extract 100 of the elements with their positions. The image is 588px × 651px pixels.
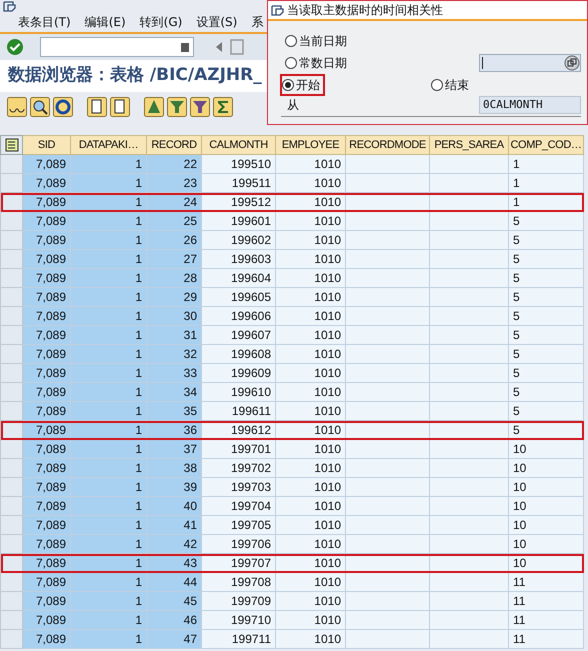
menu-item[interactable]: 系 — [251, 13, 264, 31]
filter-icon[interactable] — [167, 97, 187, 117]
table-cell: 199710 — [230, 613, 271, 627]
table-cell: 7,089 — [36, 214, 66, 228]
table-cell: 44 — [184, 575, 197, 589]
magnifier-icon[interactable] — [30, 97, 50, 117]
row-selector[interactable] — [0, 192, 22, 212]
table-cell: 199703 — [230, 480, 271, 494]
back-arrow-icon[interactable] — [214, 41, 224, 53]
table-cell: 1 — [135, 290, 142, 304]
table-cell: 11 — [513, 575, 526, 589]
table-cell: 42 — [184, 537, 197, 551]
layout-icon[interactable] — [4, 138, 18, 152]
table-cell: 1 — [135, 613, 142, 627]
table-cell: 199705 — [230, 518, 271, 532]
table-cell: 199711 — [232, 632, 271, 646]
table-cell: 1010 — [314, 385, 341, 399]
table-cell: 1 — [135, 594, 142, 608]
table-cell: 1 — [513, 195, 520, 209]
menu-item[interactable]: 表条目(T) — [18, 13, 71, 31]
table-cell: 1 — [135, 195, 142, 209]
column-header[interactable]: COMP_COD… — [508, 136, 584, 154]
radio-option[interactable]: 结束 — [431, 76, 472, 94]
table-cell: 1010 — [314, 176, 341, 190]
document-icon[interactable] — [87, 97, 107, 117]
table-cell: 7,089 — [36, 556, 66, 570]
table-cell: 1010 — [314, 328, 341, 342]
command-field[interactable] — [40, 37, 194, 57]
table-cell: 32 — [184, 347, 197, 361]
table-cell: 7,089 — [36, 442, 66, 456]
table-cell: 7,089 — [36, 290, 66, 304]
table-cell: 1 — [135, 537, 142, 551]
table-cell: 1 — [135, 366, 142, 380]
table-cell: 1010 — [314, 195, 341, 209]
table-cell: 1010 — [314, 556, 341, 570]
row-selector[interactable] — [0, 440, 22, 458]
table-cell: 7,089 — [36, 176, 66, 190]
date-field[interactable] — [479, 54, 581, 72]
column-header[interactable]: SID — [22, 136, 70, 154]
table-cell: 199704 — [230, 499, 271, 513]
table-cell: 1 — [135, 328, 142, 342]
from-field[interactable]: 0CALMONTH — [479, 96, 581, 114]
value-help-icon[interactable] — [564, 55, 580, 71]
table-cell: 1010 — [314, 594, 341, 608]
column-header[interactable]: DATAPAKI… — [70, 136, 146, 154]
table-cell: 5 — [513, 404, 520, 418]
table-cell: 10 — [513, 442, 526, 456]
table-cell: 7,089 — [36, 423, 66, 437]
sum-icon[interactable] — [213, 97, 233, 117]
row-selector[interactable] — [0, 420, 22, 440]
table-cell: 1010 — [314, 157, 341, 171]
column-header[interactable]: EMPLOYEE — [276, 136, 346, 154]
row-selector[interactable] — [0, 212, 22, 230]
table-cell: 5 — [513, 233, 520, 247]
column-header[interactable]: RECORD — [146, 136, 202, 154]
checkmark-icon[interactable] — [6, 38, 24, 56]
funnel-icon[interactable] — [190, 97, 210, 117]
table-cell: 7,089 — [36, 404, 66, 418]
table-cell: 199706 — [230, 537, 271, 551]
table-cell: 5 — [513, 214, 520, 228]
table-cell: 199608 — [230, 347, 271, 361]
table-cell: 5 — [513, 290, 520, 304]
table-cell: 1 — [135, 518, 142, 532]
table-cell: 1 — [135, 480, 142, 494]
row-selector[interactable] — [0, 572, 22, 592]
table-cell: 1 — [135, 157, 142, 171]
from-label: 从 — [286, 97, 299, 114]
table-cell: 7,089 — [36, 537, 66, 551]
column-header[interactable]: RECORDMODE — [346, 136, 430, 154]
table-cell: 34 — [184, 385, 197, 399]
table-cell: 7,089 — [36, 461, 66, 475]
radio-option[interactable]: 开始 — [282, 76, 323, 94]
table-cell: 1 — [135, 556, 142, 570]
table-cell: 28 — [184, 271, 197, 285]
table-cell: 5 — [513, 252, 520, 266]
menu-item[interactable]: 编辑(E) — [84, 13, 126, 31]
table-cell: 199603 — [230, 252, 271, 266]
column-header[interactable]: PERS_SAREA — [430, 136, 508, 154]
table-cell: 1010 — [314, 442, 341, 456]
radio-option[interactable]: 当前日期 — [285, 32, 350, 50]
table-cell: 5 — [513, 271, 520, 285]
table-cell: 1010 — [314, 347, 341, 361]
row-selector[interactable] — [0, 554, 22, 572]
table-cell: 1 — [135, 461, 142, 475]
column-header[interactable]: CALMONTH — [202, 136, 276, 154]
menu-item[interactable]: 转到(G) — [140, 13, 182, 31]
table-cell: 7,089 — [36, 385, 66, 399]
table-cell: 22 — [184, 157, 197, 171]
table-cell: 199612 — [230, 423, 271, 437]
document-icon[interactable] — [110, 97, 130, 117]
table-cell: 5 — [513, 385, 520, 399]
table-cell: 1 — [135, 252, 142, 266]
table-cell: 30 — [184, 309, 197, 323]
page-title: 数据浏览器：表格 /BIC/AZJHR_ — [8, 64, 262, 88]
menu-item[interactable]: 设置(S) — [196, 13, 238, 31]
table-cell: 7,089 — [36, 480, 66, 494]
table-cell: 1 — [135, 442, 142, 456]
radio-option[interactable]: 常数日期 — [285, 54, 350, 72]
table-cell: 1 — [513, 176, 520, 190]
table-cell: 10 — [513, 499, 526, 513]
